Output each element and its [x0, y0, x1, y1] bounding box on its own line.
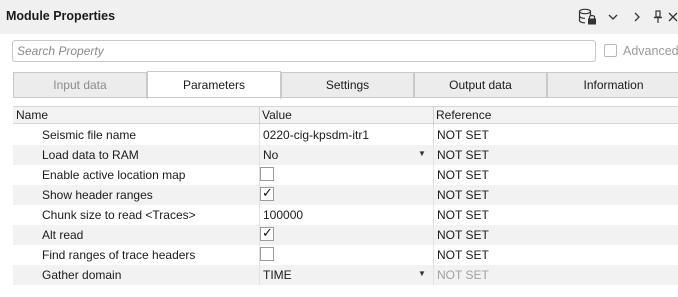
property-reference: NOT SET [437, 148, 489, 162]
property-name: Show header ranges [42, 188, 153, 202]
grid-row[interactable]: Seismic file name 0220-cig-kpsdm-itr1 NO… [13, 125, 678, 145]
property-checkbox[interactable] [260, 167, 274, 181]
pin-icon[interactable] [651, 7, 665, 27]
checkmark-icon: ✓ [262, 185, 273, 200]
property-dropdown[interactable]: TIME [263, 268, 292, 282]
grid-row[interactable]: Find ranges of trace headers NOT SET [13, 245, 678, 265]
property-reference: NOT SET [437, 208, 489, 222]
grid-row[interactable]: Gather domain TIME ▼ NOT SET [13, 265, 678, 285]
title-bar: Module Properties [0, 0, 678, 34]
dropdown-arrow-icon[interactable]: ▼ [418, 269, 426, 278]
tab-bar: Input data Parameters Settings Output da… [0, 71, 678, 99]
property-checkbox[interactable]: ✓ [260, 225, 274, 241]
grid-row[interactable]: Enable active location map NOT SET [13, 165, 678, 185]
chevron-right-icon[interactable] [630, 7, 644, 27]
property-name: Enable active location map [42, 168, 186, 182]
grid-row[interactable]: Chunk size to read <Traces> 100000 NOT S… [13, 205, 678, 225]
property-name: Load data to RAM [42, 148, 139, 162]
property-reference: NOT SET [437, 268, 489, 282]
grid-row[interactable]: Load data to RAM No ▼ NOT SET [13, 145, 678, 165]
property-reference: NOT SET [437, 228, 489, 242]
tab-output-data[interactable]: Output data [414, 72, 547, 98]
window-title: Module Properties [6, 9, 116, 23]
property-value[interactable]: 100000 [263, 208, 303, 222]
property-reference: NOT SET [437, 168, 489, 182]
search-box [12, 40, 596, 62]
column-header-name[interactable]: Name [16, 108, 48, 122]
property-name: Find ranges of trace headers [42, 248, 196, 262]
search-input[interactable] [13, 41, 595, 61]
property-checkbox[interactable]: ✓ [260, 185, 274, 201]
advanced-checkbox[interactable] [604, 44, 617, 57]
advanced-label: Advanced [623, 44, 678, 58]
property-checkbox[interactable] [260, 247, 274, 261]
tab-information[interactable]: Information [547, 72, 678, 98]
column-header-reference[interactable]: Reference [436, 108, 491, 122]
close-icon[interactable] [667, 7, 678, 27]
column-header-value[interactable]: Value [262, 108, 292, 122]
dropdown-arrow-icon[interactable]: ▼ [418, 149, 426, 158]
property-reference: NOT SET [437, 188, 489, 202]
chevron-down-icon[interactable] [606, 7, 620, 27]
property-dropdown[interactable]: No [263, 148, 278, 162]
tab-divider [13, 97, 678, 98]
property-reference: NOT SET [437, 128, 489, 142]
grid-row[interactable]: Show header ranges ✓ NOT SET [13, 185, 678, 205]
tab-settings[interactable]: Settings [281, 72, 414, 98]
grid-row[interactable]: Alt read ✓ NOT SET [13, 225, 678, 245]
property-reference: NOT SET [437, 248, 489, 262]
property-value[interactable]: 0220-cig-kpsdm-itr1 [263, 128, 369, 142]
property-name: Seismic file name [42, 128, 137, 142]
property-name: Alt read [42, 228, 84, 242]
checkmark-icon: ✓ [262, 225, 273, 240]
property-name: Chunk size to read <Traces> [42, 208, 196, 222]
tab-input-data[interactable]: Input data [13, 72, 147, 98]
database-lock-icon[interactable] [577, 7, 599, 27]
tab-parameters[interactable]: Parameters [147, 71, 281, 99]
property-name: Gather domain [42, 268, 122, 282]
grid-header: Name Value Reference [13, 106, 678, 125]
